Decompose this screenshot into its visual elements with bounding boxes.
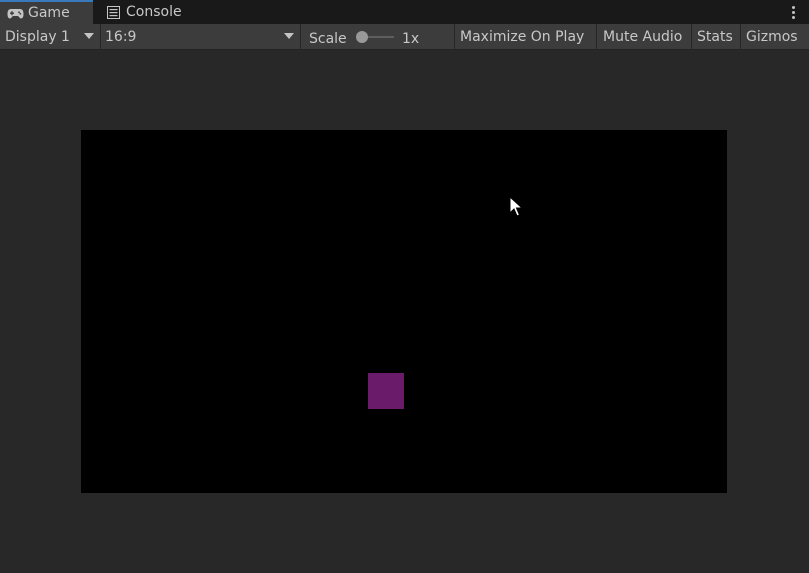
gizmos-button[interactable]: Gizmos <box>746 24 798 49</box>
aspect-ratio-value: 16:9 <box>105 28 137 45</box>
tab-game-label: Game <box>28 5 70 21</box>
game-render-screen[interactable] <box>81 130 727 493</box>
toolbar-divider <box>100 24 101 49</box>
kebab-menu-icon[interactable] <box>787 3 799 21</box>
game-toolbar: Display 1 16:9 Scale 1x Maximize On Play… <box>0 24 809 50</box>
toolbar-divider <box>691 24 692 49</box>
maximize-on-play-button[interactable]: Maximize On Play <box>460 24 584 49</box>
scale-value: 1x <box>402 26 419 51</box>
scale-label-text: Scale <box>309 30 347 47</box>
toolbar-divider <box>454 24 455 49</box>
stats-label: Stats <box>697 28 733 45</box>
mute-audio-label: Mute Audio <box>603 28 683 45</box>
toolbar-divider <box>596 24 597 49</box>
scale-label: Scale <box>309 26 347 51</box>
aspect-ratio-dropdown[interactable]: 16:9 <box>105 24 300 49</box>
display-dropdown-value: Display 1 <box>5 28 70 45</box>
gamepad-icon <box>6 6 24 20</box>
toolbar-divider <box>740 24 741 49</box>
chevron-down-icon <box>284 33 294 39</box>
mouse-cursor-icon <box>509 196 523 217</box>
maximize-on-play-label: Maximize On Play <box>460 28 585 45</box>
console-icon <box>104 5 122 19</box>
tab-game[interactable]: Game <box>0 0 93 24</box>
tab-console[interactable]: Console <box>104 0 204 24</box>
gizmos-label: Gizmos <box>746 28 798 45</box>
stats-button[interactable]: Stats <box>697 24 733 49</box>
game-sprite-square <box>368 373 404 409</box>
toolbar-divider <box>300 24 301 49</box>
chevron-down-icon <box>84 33 94 39</box>
tab-console-label: Console <box>126 4 182 20</box>
mute-audio-button[interactable]: Mute Audio <box>603 24 682 49</box>
scale-slider-handle[interactable] <box>356 31 368 43</box>
scale-value-text: 1x <box>402 30 420 47</box>
tab-bar: Game Console <box>0 0 809 24</box>
